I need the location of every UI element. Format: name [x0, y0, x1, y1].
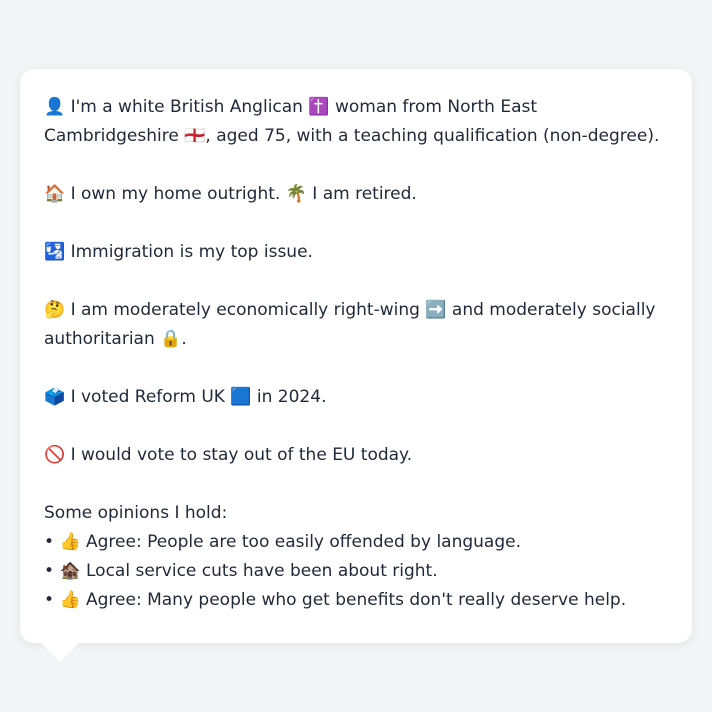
vote-paragraph: 🗳️ I voted Reform UK 🟦 in 2024.	[44, 383, 668, 412]
england-flag-icon: 🏴󠁧󠁢󠁥󠁮󠁧󠁿	[184, 126, 206, 146]
list-item: • 🏚️ Local service cuts have been about …	[44, 557, 668, 586]
bullet: •	[44, 532, 60, 552]
identity-text-1: I'm a white British Anglican	[65, 97, 309, 117]
housing-text-1: I own my home outright.	[65, 184, 286, 204]
ideology-paragraph: 🤔 I am moderately economically right-win…	[44, 296, 668, 354]
thumbs-up-icon: 👍	[59, 532, 81, 552]
opinion-text: Agree: People are too easily offended by…	[80, 532, 521, 552]
ideology-text-3: .	[181, 329, 187, 349]
right-arrow-icon: ➡️	[425, 300, 447, 320]
vote-text-1: I voted Reform UK	[65, 387, 231, 407]
person-icon: 👤	[44, 97, 66, 117]
latin-cross-icon: ✝️	[308, 97, 330, 117]
thumbs-up-icon: 👍	[59, 590, 81, 610]
housing-paragraph: 🏠 I own my home outright. 🌴 I am retired…	[44, 180, 668, 209]
list-item: • 👍 Agree: Many people who get benefits …	[44, 586, 668, 615]
list-item: • 👍 Agree: People are too easily offende…	[44, 528, 668, 557]
persona-message-bubble: 👤 I'm a white British Anglican ✝️ woman …	[20, 69, 692, 643]
ballot-box-icon: 🗳️	[44, 387, 66, 407]
lock-icon: 🔒	[160, 329, 182, 349]
bullet: •	[44, 561, 60, 581]
opinion-text: Agree: Many people who get benefits don'…	[80, 590, 627, 610]
passport-control-icon: 🛂	[44, 242, 66, 262]
bubble-tail	[40, 642, 80, 662]
issue-text: Immigration is my top issue.	[65, 242, 313, 262]
identity-paragraph: 👤 I'm a white British Anglican ✝️ woman …	[44, 93, 668, 151]
ideology-text-1: I am moderately economically right-wing	[65, 300, 426, 320]
vote-text-2: in 2024.	[251, 387, 327, 407]
derelict-house-icon: 🏚️	[59, 561, 81, 581]
opinions-paragraph: Some opinions I hold: • 👍 Agree: People …	[44, 499, 668, 615]
opinion-text: Local service cuts have been about right…	[80, 561, 438, 581]
identity-text-3: , aged 75, with a teaching qualification…	[205, 126, 660, 146]
blue-square-icon: 🟦	[230, 387, 252, 407]
housing-text-2: I am retired.	[306, 184, 417, 204]
house-icon: 🏠	[44, 184, 66, 204]
prohibited-icon: 🚫	[44, 445, 66, 465]
issue-paragraph: 🛂 Immigration is my top issue.	[44, 238, 668, 267]
bullet: •	[44, 590, 60, 610]
eu-paragraph: 🚫 I would vote to stay out of the EU tod…	[44, 441, 668, 470]
thinking-face-icon: 🤔	[44, 300, 66, 320]
palm-tree-icon: 🌴	[285, 184, 307, 204]
opinions-heading: Some opinions I hold:	[44, 503, 228, 523]
eu-text: I would vote to stay out of the EU today…	[65, 445, 413, 465]
